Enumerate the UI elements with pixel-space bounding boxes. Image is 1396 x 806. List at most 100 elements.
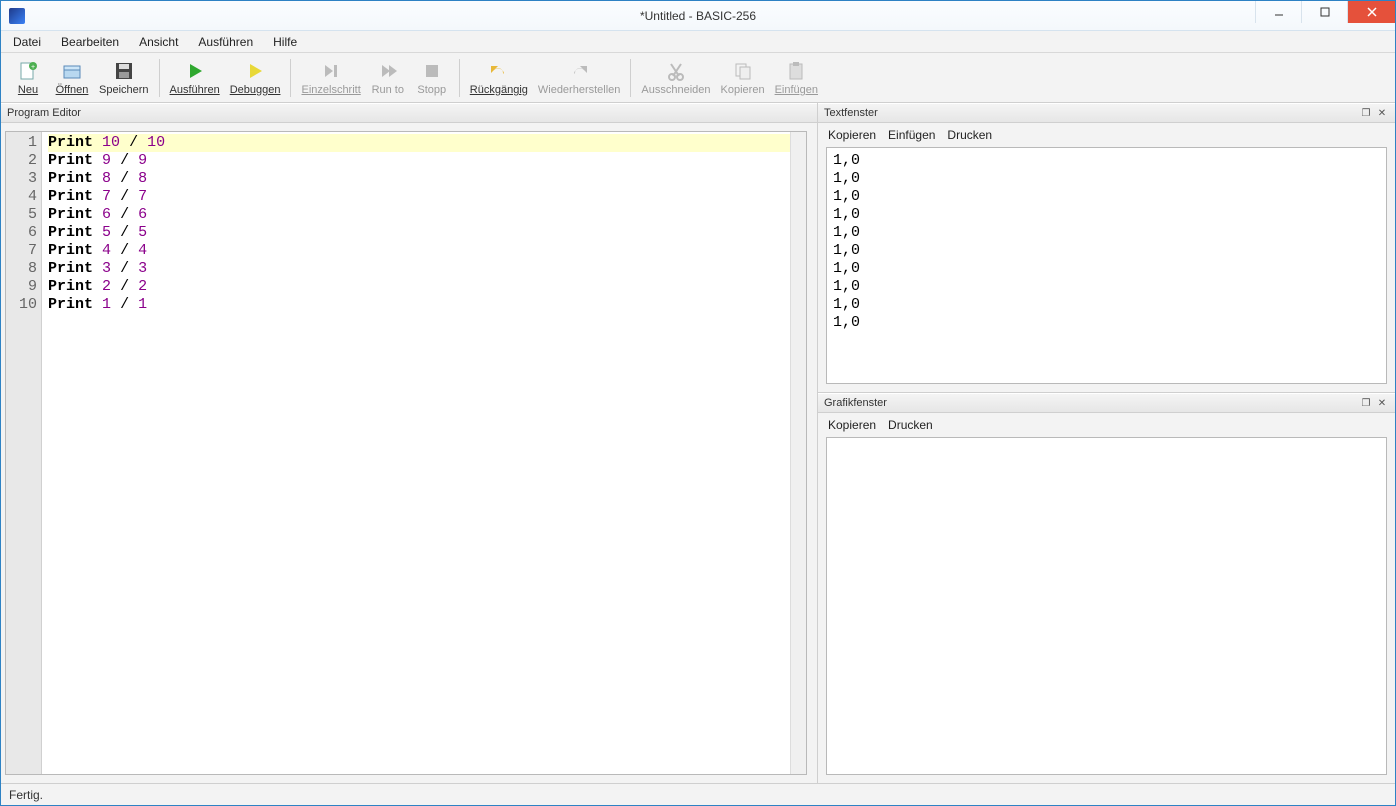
gfx-sub-kopieren[interactable]: Kopieren <box>828 418 876 432</box>
tb-debuggen-label: Debuggen <box>230 84 281 96</box>
tb-einzelschritt[interactable]: Einzelschritt <box>297 55 364 101</box>
code-line[interactable]: Print 6 / 6 <box>48 206 790 224</box>
menu-ansicht[interactable]: Ansicht <box>131 33 186 51</box>
text-panel-float-icon[interactable]: ❐ <box>1359 106 1373 120</box>
text-sub-kopieren[interactable]: Kopieren <box>828 128 876 142</box>
tb-neu-label: Neu <box>18 84 38 96</box>
code-line[interactable]: Print 8 / 8 <box>48 170 790 188</box>
line-number: 1 <box>6 134 37 152</box>
tb-ausschneiden[interactable]: Ausschneiden <box>637 55 714 101</box>
tb-oeffnen-label: Öffnen <box>56 84 89 96</box>
tb-runto[interactable]: Run to <box>367 55 409 101</box>
code-line[interactable]: Print 2 / 2 <box>48 278 790 296</box>
save-icon <box>112 59 136 83</box>
tb-oeffnen[interactable]: Öffnen <box>51 55 93 101</box>
close-button[interactable] <box>1347 1 1395 23</box>
maximize-button[interactable] <box>1301 1 1347 23</box>
window-controls <box>1255 1 1395 23</box>
main-area: Program Editor 12345678910 Print 10 / 10… <box>1 103 1395 783</box>
editor-header-label: Program Editor <box>7 107 81 119</box>
text-panel-close-icon[interactable]: ✕ <box>1375 106 1389 120</box>
tb-kopieren[interactable]: Kopieren <box>717 55 769 101</box>
tb-speichern[interactable]: Speichern <box>95 55 153 101</box>
runto-icon <box>376 59 400 83</box>
tb-einfuegen-label: Einfügen <box>775 84 818 96</box>
line-number: 10 <box>6 296 37 314</box>
minimize-button[interactable] <box>1255 1 1301 23</box>
tb-neu[interactable]: + Neu <box>7 55 49 101</box>
code-editor[interactable]: 12345678910 Print 10 / 10Print 9 / 9Prin… <box>5 131 807 775</box>
line-gutter: 12345678910 <box>6 132 42 774</box>
tb-sep-2 <box>290 59 291 97</box>
text-output[interactable]: 1,0 1,0 1,0 1,0 1,0 1,0 1,0 1,0 1,0 1,0 <box>826 147 1387 384</box>
tb-sep-3 <box>459 59 460 97</box>
line-number: 8 <box>6 260 37 278</box>
new-file-icon: + <box>16 59 40 83</box>
gfx-panel-float-icon[interactable]: ❐ <box>1359 396 1373 410</box>
editor-header: Program Editor <box>1 103 817 123</box>
tb-kopieren-label: Kopieren <box>721 84 765 96</box>
tb-ausfuehren[interactable]: Ausführen <box>166 55 224 101</box>
code-area[interactable]: Print 10 / 10Print 9 / 9Print 8 / 8Print… <box>42 132 790 774</box>
tb-ausfuehren-label: Ausführen <box>170 84 220 96</box>
editor-column: Program Editor 12345678910 Print 10 / 10… <box>1 103 818 783</box>
tb-debuggen[interactable]: Debuggen <box>226 55 285 101</box>
toolbar: + Neu Öffnen Speichern Ausführen Debugge… <box>1 53 1395 103</box>
gfx-sub-drucken[interactable]: Drucken <box>888 418 933 432</box>
text-panel: Textfenster ❐ ✕ Kopieren Einfügen Drucke… <box>818 103 1395 393</box>
code-line[interactable]: Print 10 / 10 <box>48 134 790 152</box>
code-line[interactable]: Print 4 / 4 <box>48 242 790 260</box>
editor-scrollbar[interactable] <box>790 132 806 774</box>
text-panel-header[interactable]: Textfenster ❐ ✕ <box>818 103 1395 123</box>
code-line[interactable]: Print 1 / 1 <box>48 296 790 314</box>
menu-ausfuehren[interactable]: Ausführen <box>190 33 261 51</box>
tb-einfuegen[interactable]: Einfügen <box>771 55 822 101</box>
tb-wiederherstellen[interactable]: Wiederherstellen <box>534 55 625 101</box>
code-line[interactable]: Print 3 / 3 <box>48 260 790 278</box>
debug-icon <box>243 59 267 83</box>
open-file-icon <box>60 59 84 83</box>
tb-runto-label: Run to <box>372 84 404 96</box>
code-line[interactable]: Print 7 / 7 <box>48 188 790 206</box>
gfx-panel-header[interactable]: Grafikfenster ❐ ✕ <box>818 393 1395 413</box>
graphics-panel: Grafikfenster ❐ ✕ Kopieren Drucken <box>818 393 1395 783</box>
svg-text:+: + <box>31 64 35 71</box>
tb-sep-4 <box>630 59 631 97</box>
run-icon <box>183 59 207 83</box>
tb-ausschneiden-label: Ausschneiden <box>641 84 710 96</box>
line-number: 5 <box>6 206 37 224</box>
gfx-panel-close-icon[interactable]: ✕ <box>1375 396 1389 410</box>
code-line[interactable]: Print 9 / 9 <box>48 152 790 170</box>
tb-speichern-label: Speichern <box>99 84 149 96</box>
tb-stopp[interactable]: Stopp <box>411 55 453 101</box>
text-sub-drucken[interactable]: Drucken <box>947 128 992 142</box>
titlebar: *Untitled - BASIC-256 <box>1 1 1395 31</box>
tb-sep-1 <box>159 59 160 97</box>
editor-wrap: 12345678910 Print 10 / 10Print 9 / 9Prin… <box>1 123 817 783</box>
gfx-panel-sub: Kopieren Drucken <box>818 413 1395 437</box>
text-panel-sub: Kopieren Einfügen Drucken <box>818 123 1395 147</box>
text-sub-einfuegen[interactable]: Einfügen <box>888 128 935 142</box>
redo-icon <box>567 59 591 83</box>
status-text: Fertig. <box>9 788 43 802</box>
tb-einzelschritt-label: Einzelschritt <box>301 84 360 96</box>
paste-icon <box>784 59 808 83</box>
graphics-canvas[interactable] <box>826 437 1387 775</box>
line-number: 4 <box>6 188 37 206</box>
text-output-wrap: 1,0 1,0 1,0 1,0 1,0 1,0 1,0 1,0 1,0 1,0 <box>818 147 1395 392</box>
gfx-canvas-wrap <box>818 437 1395 783</box>
stop-icon <box>420 59 444 83</box>
tb-stopp-label: Stopp <box>417 84 446 96</box>
menu-hilfe[interactable]: Hilfe <box>265 33 305 51</box>
tb-rueckgaengig-label: Rückgängig <box>470 84 528 96</box>
line-number: 7 <box>6 242 37 260</box>
menu-bearbeiten[interactable]: Bearbeiten <box>53 33 127 51</box>
line-number: 6 <box>6 224 37 242</box>
undo-icon <box>487 59 511 83</box>
tb-rueckgaengig[interactable]: Rückgängig <box>466 55 532 101</box>
menu-datei[interactable]: Datei <box>5 33 49 51</box>
menubar: Datei Bearbeiten Ansicht Ausführen Hilfe <box>1 31 1395 53</box>
cut-icon <box>664 59 688 83</box>
gfx-panel-title: Grafikfenster <box>824 397 887 409</box>
code-line[interactable]: Print 5 / 5 <box>48 224 790 242</box>
